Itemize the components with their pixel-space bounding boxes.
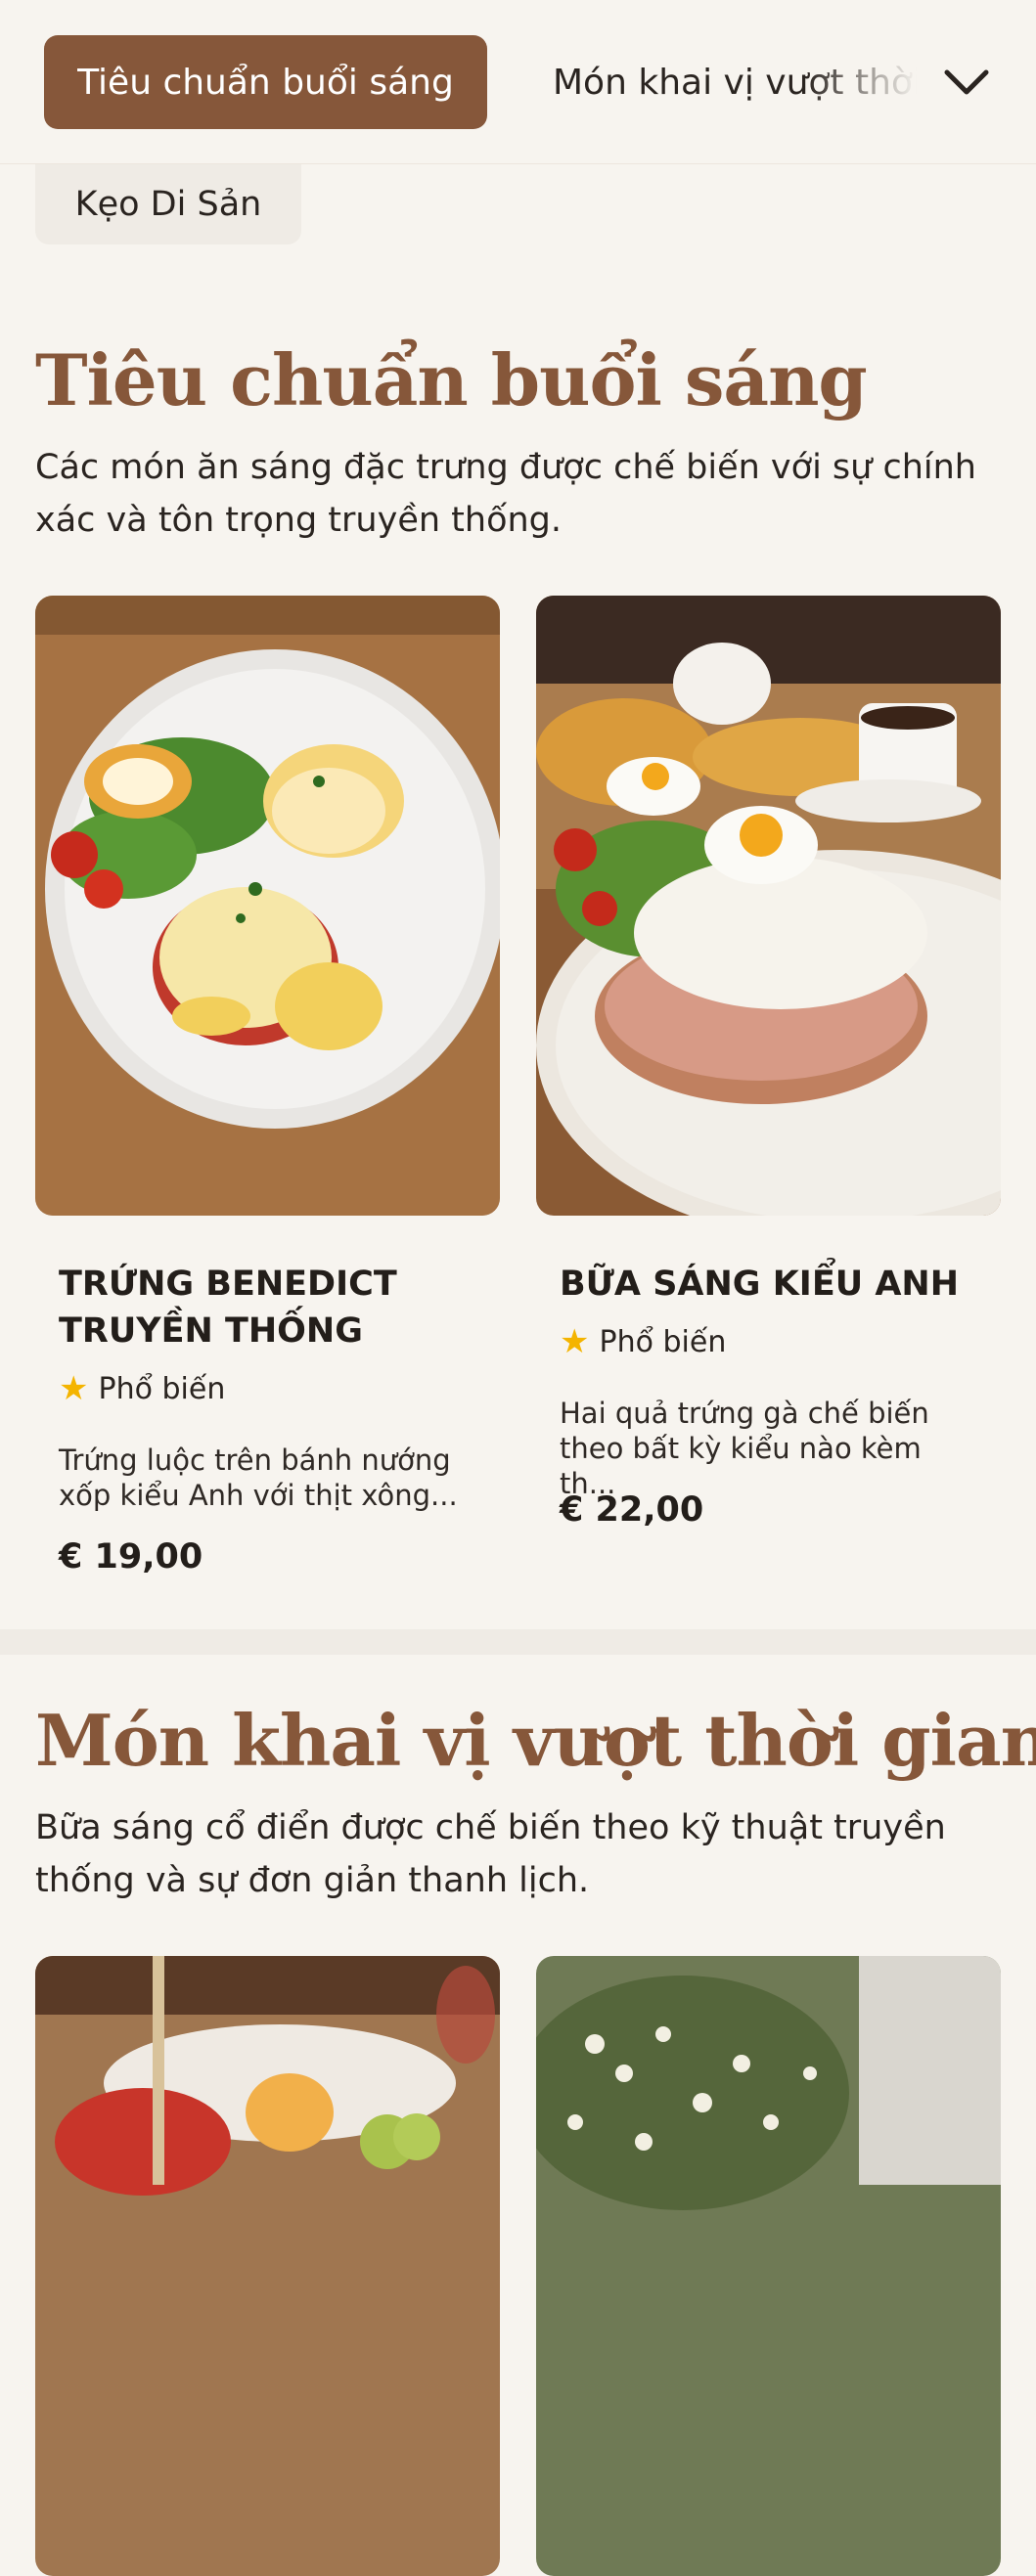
item-description: Hai quả trứng gà chế biến theo bất kỳ ki… bbox=[560, 1397, 929, 1500]
section-description: Bữa sáng cổ điển được chế biến theo kỹ t… bbox=[35, 1808, 946, 1900]
menu-item-card[interactable]: TRỨNG BENEDICT TRUYỀN THỐNG ★ Phổ biến T… bbox=[35, 596, 500, 1593]
tab-label: Tiêu chuẩn buổi sáng bbox=[77, 62, 454, 103]
dish-photo bbox=[35, 596, 500, 1216]
star-icon: ★ bbox=[59, 1369, 89, 1408]
dish-photo bbox=[35, 1956, 500, 2576]
menu-item-card[interactable]: BỮA SÁNG KIỂU ANH ★ Phổ biến Hai quả trứ… bbox=[536, 596, 1001, 1554]
item-name: BỮA SÁNG KIỂU ANH bbox=[560, 1265, 960, 1304]
tab-timeless-appetizers[interactable]: Món khai vị vượt thời gian bbox=[553, 35, 924, 129]
item-price: € 22,00 bbox=[560, 1490, 704, 1530]
tab-label: Kẹo Di Sản bbox=[74, 185, 262, 224]
badge-label: Phổ biến bbox=[98, 1371, 226, 1406]
item-description: Trứng luộc trên bánh nướng xốp kiểu Anh … bbox=[59, 1443, 458, 1512]
menu-item-card[interactable] bbox=[35, 1956, 500, 2576]
section-divider bbox=[0, 1629, 1036, 1655]
dish-photo bbox=[536, 1956, 1001, 2576]
tab-breakfast-standards[interactable]: Tiêu chuẩn buổi sáng bbox=[44, 35, 487, 129]
dish-photo bbox=[536, 596, 1001, 1216]
star-icon: ★ bbox=[560, 1322, 590, 1361]
section-description: Các món ăn sáng đặc trưng được chế biến … bbox=[35, 448, 976, 540]
popular-badge: ★ Phổ biến bbox=[59, 1369, 225, 1408]
item-name: TRỨNG BENEDICT TRUYỀN THỐNG bbox=[59, 1265, 397, 1351]
popular-badge: ★ Phổ biến bbox=[560, 1322, 726, 1361]
menu-item-card[interactable] bbox=[536, 1956, 1001, 2576]
section-title: Tiêu chuẩn buổi sáng bbox=[35, 338, 868, 422]
chevron-down-icon[interactable] bbox=[939, 59, 994, 106]
tab-heritage-candy[interactable]: Kẹo Di Sản bbox=[35, 164, 301, 244]
tab-label: Món khai vị vượt thời gian bbox=[553, 62, 924, 103]
category-nav-bar: Tiêu chuẩn buổi sáng Món khai vị vượt th… bbox=[0, 0, 1036, 164]
item-price: € 19,00 bbox=[59, 1537, 203, 1577]
badge-label: Phổ biến bbox=[599, 1324, 727, 1359]
section-title: Món khai vị vượt thời gian bbox=[35, 1699, 1036, 1782]
